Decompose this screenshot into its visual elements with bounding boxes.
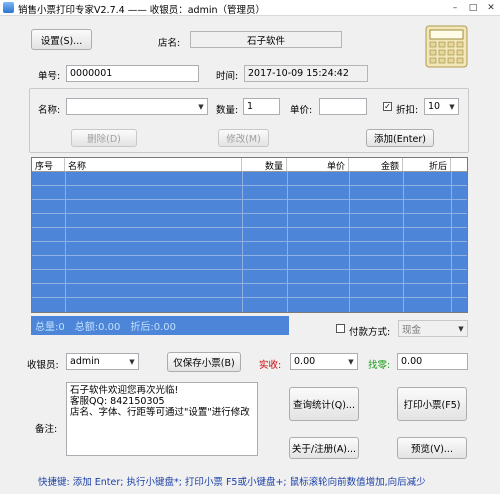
column-header-qty[interactable]: 数量 — [242, 158, 287, 172]
about-register-button[interactable]: 关于/注册(A)... — [289, 437, 359, 459]
chevron-down-icon: ▼ — [458, 324, 464, 333]
delete-button[interactable]: 删除(D) — [71, 129, 137, 147]
title-bar: 销售小票打印专家V2.7.4 —— 收银员：admin（管理员） – □ ✕ — [0, 0, 500, 16]
store-label: 店名: — [158, 38, 181, 49]
window-title: 销售小票打印专家V2.7.4 —— 收银员：admin（管理员） — [18, 5, 265, 16]
minimize-button[interactable]: – — [448, 2, 462, 14]
price-label: 单价: — [290, 105, 313, 116]
payment-method-checkbox[interactable] — [336, 324, 345, 333]
settings-button[interactable]: 设置(S)... — [31, 29, 92, 50]
payment-method-combo[interactable]: 现金 ▼ — [398, 320, 468, 337]
app-icon — [3, 2, 14, 13]
total-quantity: 总量:0 — [35, 322, 65, 333]
payment-method-label: 付款方式: — [349, 327, 391, 338]
shortcut-hint-bar: 快捷键: 添加 Enter; 执行小键盘*; 打印小票 F5或小键盘+; 鼠标滚… — [38, 477, 426, 488]
query-statistics-button[interactable]: 查询统计(Q)... — [289, 387, 359, 421]
item-name-combo[interactable]: ▼ — [66, 98, 208, 115]
price-field[interactable] — [319, 98, 367, 115]
time-label: 时间: — [216, 71, 239, 82]
order-number-field[interactable]: 0000001 — [66, 65, 199, 82]
store-name-field: 石子软件 — [190, 31, 342, 48]
quantity-label: 数量: — [216, 105, 239, 116]
save-only-button[interactable]: 仅保存小票(B) — [167, 352, 241, 372]
item-name-label: 名称: — [38, 105, 61, 116]
payment-method-value: 现金 — [402, 324, 422, 336]
change-field[interactable]: 0.00 — [397, 353, 468, 370]
column-header-index[interactable]: 序号 — [32, 158, 65, 172]
order-number-label: 单号: — [38, 71, 61, 82]
modify-button[interactable]: 修改(M) — [218, 129, 269, 147]
after-discount-total: 折后:0.00 — [130, 322, 177, 333]
table-header: 序号 名称 数量 单价 金额 折后 — [32, 158, 467, 172]
remark-textarea[interactable]: 石子软件欢迎您再次光临! 客服QQ: 842150305 店名、字体、行距等可通… — [66, 382, 258, 456]
received-combo[interactable]: 0.00 ▼ — [290, 353, 358, 370]
time-field: 2017-10-09 15:24:42 — [244, 65, 368, 82]
received-label: 实收: — [259, 360, 282, 371]
summary-bar: 总量:0 总额:0.00 折后:0.00 — [31, 316, 289, 335]
total-amount: 总额:0.00 — [74, 322, 121, 333]
column-header-discounted[interactable]: 折后 — [403, 158, 451, 172]
calculator-icon[interactable] — [424, 24, 469, 69]
received-value: 0.00 — [294, 356, 316, 367]
discount-label: 折扣: — [396, 105, 419, 116]
remark-label: 备注: — [35, 424, 58, 435]
chevron-down-icon: ▼ — [198, 102, 204, 111]
discount-combo[interactable]: 10 ▼ — [424, 98, 459, 115]
close-button[interactable]: ✕ — [484, 2, 498, 14]
column-header-price[interactable]: 单价 — [287, 158, 349, 172]
print-receipt-button[interactable]: 打印小票(F5) — [397, 387, 467, 421]
cashier-label: 收银员: — [27, 360, 59, 371]
maximize-button[interactable]: □ — [466, 2, 480, 14]
change-label: 找零: — [368, 360, 391, 371]
discount-value: 10 — [428, 101, 441, 112]
preview-button[interactable]: 预览(V)... — [397, 437, 467, 459]
chevron-down-icon: ▼ — [129, 357, 135, 366]
chevron-down-icon: ▼ — [348, 357, 354, 366]
cashier-value: admin — [70, 356, 100, 367]
column-header-name[interactable]: 名称 — [65, 158, 242, 172]
column-header-amount[interactable]: 金额 — [349, 158, 403, 172]
quantity-field[interactable]: 1 — [243, 98, 280, 115]
cashier-combo[interactable]: admin ▼ — [66, 353, 139, 370]
items-table[interactable]: 序号 名称 数量 单价 金额 折后 — [31, 157, 468, 313]
add-button[interactable]: 添加(Enter) — [366, 129, 434, 147]
chevron-down-icon: ▼ — [449, 102, 455, 111]
discount-checkbox[interactable]: ✓ — [383, 102, 392, 111]
